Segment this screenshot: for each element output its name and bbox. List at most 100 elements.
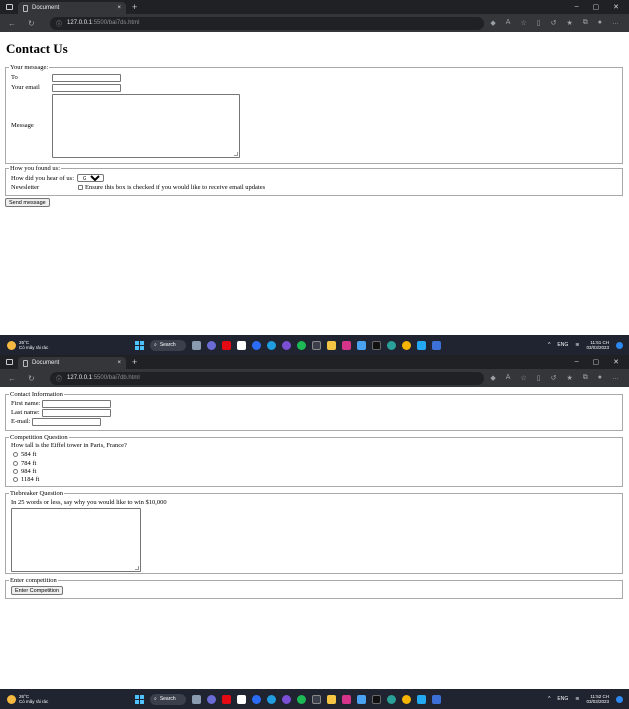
browser-tab[interactable]: Document × — [18, 357, 126, 369]
info-icon[interactable]: ⓘ — [56, 19, 62, 28]
more-options-icon[interactable]: … — [612, 374, 619, 382]
weather-widget[interactable]: 26°C Có mây rải rác — [0, 340, 135, 350]
newsletter-checkbox[interactable] — [78, 185, 83, 190]
app-purple-icon[interactable] — [282, 340, 291, 350]
notification-icon[interactable] — [616, 695, 623, 703]
spotify-icon[interactable] — [297, 340, 306, 350]
option-radio-1184[interactable] — [13, 477, 18, 482]
profile-icon[interactable]: ● — [598, 19, 602, 27]
spotify-icon[interactable] — [297, 694, 306, 704]
clock-date[interactable]: 03/03/2023 — [586, 345, 609, 350]
info-icon[interactable]: ⓘ — [56, 374, 62, 383]
option-radio-984[interactable] — [13, 469, 18, 474]
option-radio-784[interactable] — [13, 461, 18, 466]
collections-icon[interactable]: ⧉ — [583, 374, 588, 382]
new-tab-icon[interactable]: + — [132, 2, 137, 12]
taskbar-search[interactable]: ⌕ Search — [150, 339, 186, 351]
app-store-icon[interactable] — [432, 694, 441, 704]
app-purple-icon[interactable] — [282, 694, 291, 704]
email-input[interactable] — [52, 84, 121, 92]
task-view-icon[interactable] — [192, 340, 201, 350]
window-menu-icon[interactable] — [6, 359, 13, 365]
app-teal-icon[interactable] — [387, 340, 396, 350]
tray-expand-icon[interactable]: ^ — [548, 342, 550, 348]
chat-icon[interactable] — [207, 694, 216, 704]
language-indicator[interactable]: ENG — [557, 696, 568, 702]
new-tab-icon[interactable]: + — [132, 357, 137, 367]
collections-icon[interactable]: ⧉ — [583, 19, 588, 27]
favorite-icon[interactable]: ☆ — [520, 374, 526, 382]
start-icon[interactable] — [135, 340, 144, 350]
edge-icon[interactable] — [267, 694, 276, 704]
netflix-icon[interactable] — [222, 694, 231, 704]
terminal-icon[interactable] — [312, 340, 321, 350]
chrome-icon[interactable] — [402, 340, 411, 350]
resize-handle-icon[interactable] — [135, 566, 139, 570]
task-view-icon[interactable] — [192, 694, 201, 704]
chrome-icon[interactable] — [402, 694, 411, 704]
split-screen-icon[interactable]: ▯ — [537, 374, 541, 382]
messenger-icon[interactable] — [252, 340, 261, 350]
taskbar-search[interactable]: ⌕ Search — [150, 693, 186, 705]
favorite-icon[interactable]: ☆ — [520, 19, 526, 27]
favorites-bar-icon[interactable]: ★ — [566, 374, 572, 382]
tray-expand-icon[interactable]: ^ — [548, 696, 550, 702]
weather-widget[interactable]: 26°C Có mây rải rác — [0, 694, 135, 704]
notepad-icon[interactable] — [237, 340, 246, 350]
extension-icon[interactable]: ◆ — [490, 374, 495, 382]
last-name-input[interactable] — [42, 409, 111, 417]
reload-icon[interactable]: ↻ — [28, 374, 35, 383]
read-aloud-icon[interactable]: A — [506, 374, 511, 382]
notification-icon[interactable] — [616, 341, 623, 349]
option-radio-584[interactable] — [13, 452, 18, 457]
browser-tab[interactable]: Document × — [18, 2, 126, 14]
clock-date[interactable]: 03/03/2023 — [586, 699, 609, 704]
tiktok-icon[interactable] — [372, 694, 381, 704]
app-store-icon[interactable] — [432, 340, 441, 350]
refresh-sync-icon[interactable]: ↺ — [551, 374, 557, 382]
instagram-icon[interactable] — [342, 694, 351, 704]
enter-competition-button[interactable]: Enter Competition — [11, 586, 64, 595]
refresh-sync-icon[interactable]: ↺ — [551, 19, 557, 27]
back-icon[interactable]: ← — [8, 19, 16, 28]
app-blue-icon[interactable] — [357, 340, 366, 350]
extension-icon[interactable]: ◆ — [490, 19, 495, 27]
maximize-icon[interactable]: ▢ — [593, 3, 600, 11]
message-textarea[interactable] — [52, 94, 240, 158]
maximize-icon[interactable]: ▢ — [593, 358, 600, 366]
more-options-icon[interactable]: … — [612, 19, 619, 27]
hear-select[interactable]: Google — [77, 174, 104, 182]
window-menu-icon[interactable] — [6, 4, 13, 10]
back-icon[interactable]: ← — [8, 374, 16, 383]
resize-handle-icon[interactable] — [234, 152, 238, 156]
terminal-icon[interactable] — [312, 694, 321, 704]
tiktok-icon[interactable] — [372, 340, 381, 350]
close-window-icon[interactable]: ✕ — [613, 358, 619, 366]
split-screen-icon[interactable]: ▯ — [537, 19, 541, 27]
netflix-icon[interactable] — [222, 340, 231, 350]
wifi-icon[interactable]: ≋ — [575, 342, 579, 348]
tiebreaker-textarea[interactable] — [11, 508, 141, 572]
read-aloud-icon[interactable]: A — [506, 19, 511, 27]
reload-icon[interactable]: ↻ — [28, 19, 35, 28]
file-explorer-icon[interactable] — [327, 340, 336, 350]
edge-icon[interactable] — [267, 340, 276, 350]
minimize-icon[interactable]: – — [575, 3, 579, 11]
app-teal-icon[interactable] — [387, 694, 396, 704]
notepad-icon[interactable] — [237, 694, 246, 704]
vscode-icon[interactable] — [417, 694, 426, 704]
url-field[interactable]: ⓘ 127.0.0.1 :5500/bai7db.html — [50, 371, 485, 385]
email-input[interactable] — [32, 418, 101, 426]
tab-close-icon[interactable]: × — [117, 360, 121, 366]
chat-icon[interactable] — [207, 340, 216, 350]
url-field[interactable]: ⓘ 127.0.0.1 :5500/bai7ds.html — [50, 16, 485, 30]
minimize-icon[interactable]: – — [575, 358, 579, 366]
tab-close-icon[interactable]: × — [117, 5, 121, 11]
instagram-icon[interactable] — [342, 340, 351, 350]
app-blue-icon[interactable] — [357, 694, 366, 704]
vscode-icon[interactable] — [417, 340, 426, 350]
to-input[interactable] — [52, 74, 121, 82]
file-explorer-icon[interactable] — [327, 694, 336, 704]
close-window-icon[interactable]: ✕ — [613, 3, 619, 11]
messenger-icon[interactable] — [252, 694, 261, 704]
